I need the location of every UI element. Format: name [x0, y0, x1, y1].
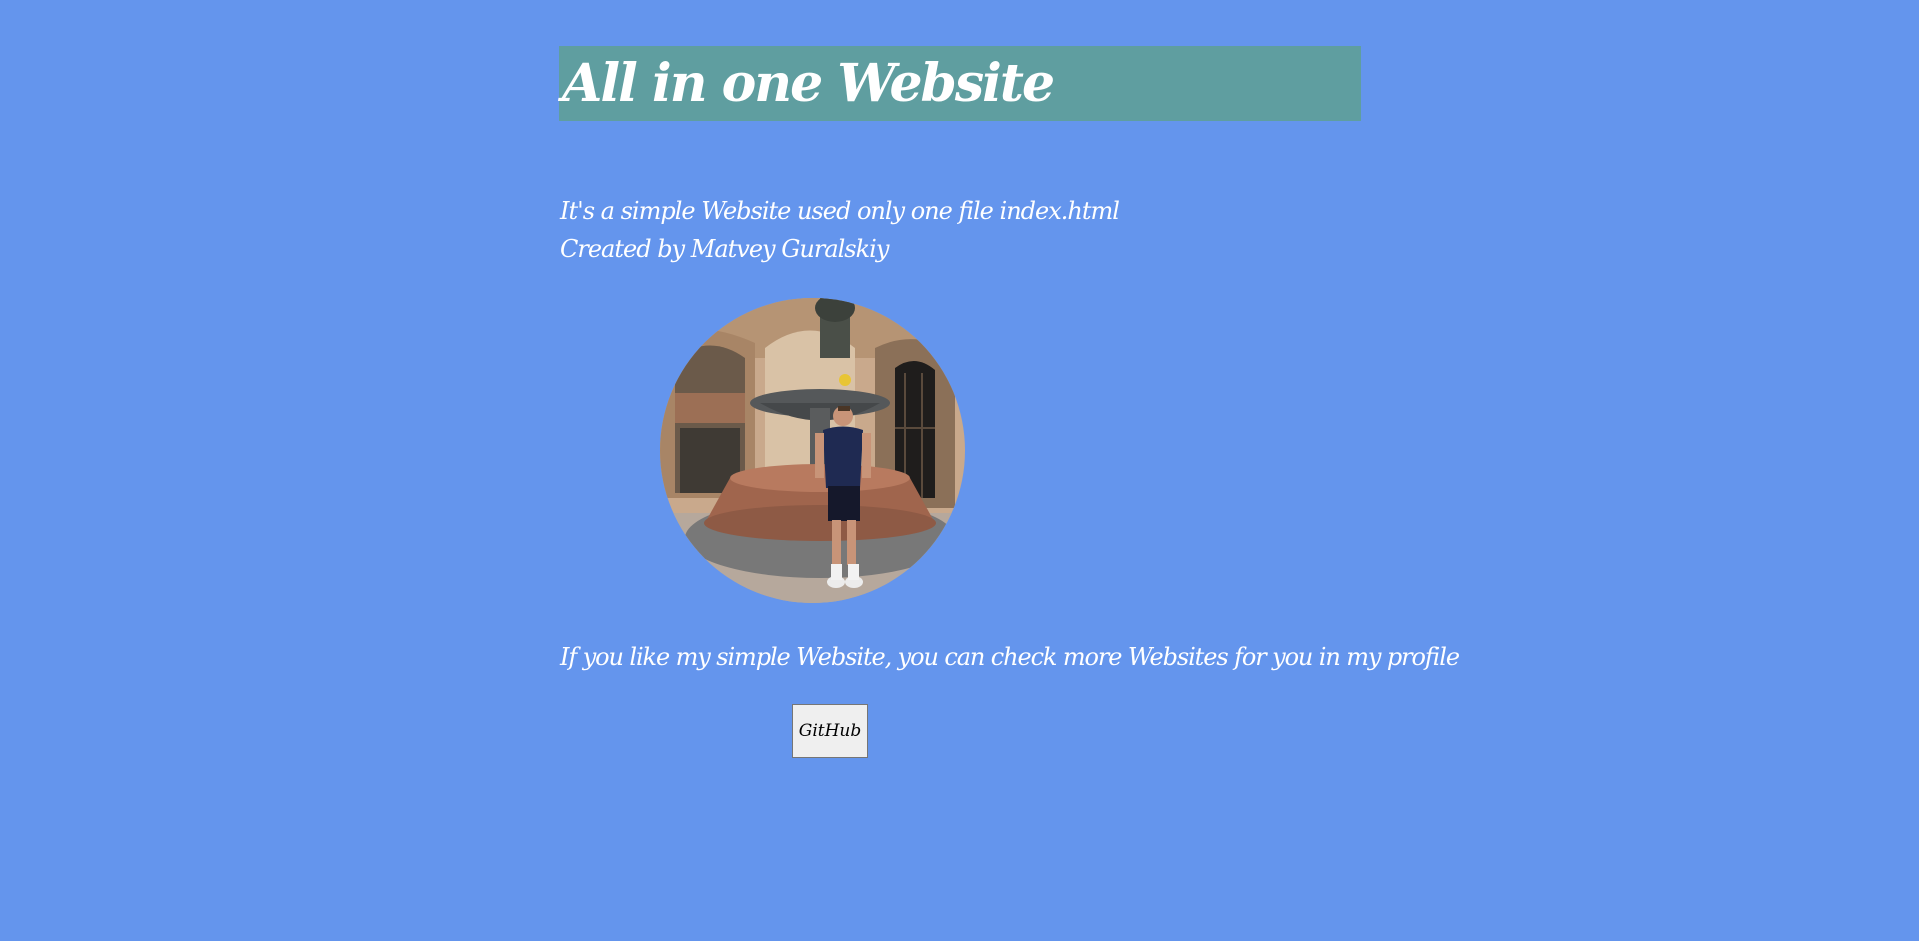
site-title: All in one Website — [562, 53, 1055, 114]
intro-line-description: It's a simple Website used only one file… — [560, 197, 1120, 225]
page: All in one Website It's a simple Website… — [0, 0, 1919, 941]
intro-text: It's a simple Website used only one file… — [560, 192, 1120, 268]
profile-photo-illustration — [660, 298, 965, 603]
intro-line-author: Created by Matvey Guralskiy — [560, 235, 889, 263]
github-button[interactable]: GitHub — [792, 704, 868, 758]
profile-call-to-action: If you like my simple Website, you can c… — [560, 643, 1460, 671]
profile-photo — [660, 298, 965, 603]
